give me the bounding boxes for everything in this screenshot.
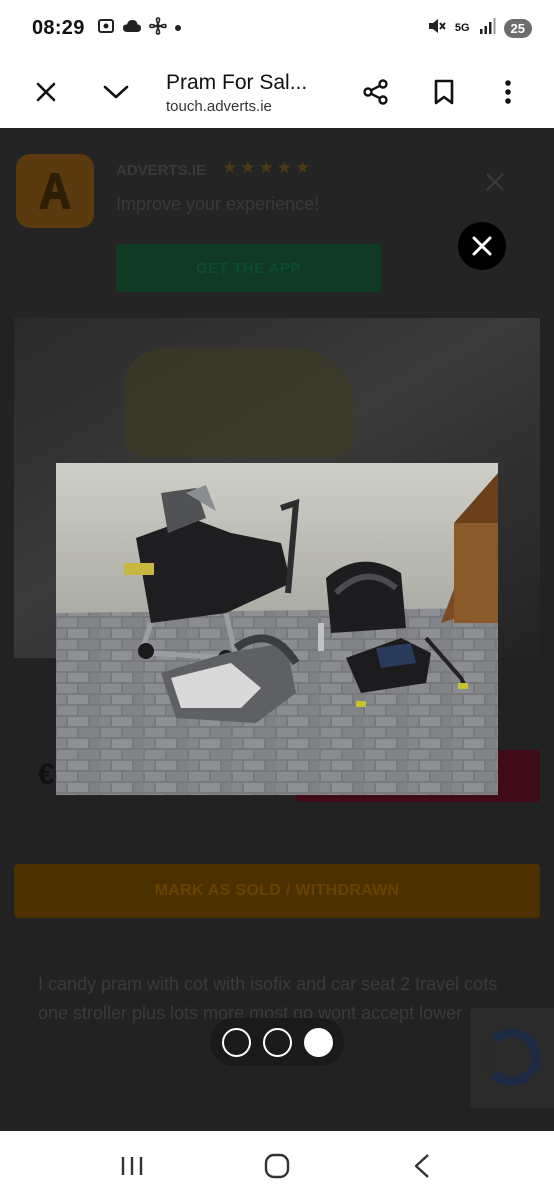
pram-photo xyxy=(56,463,498,795)
tab-title-area: Pram For Sal... touch.adverts.ie xyxy=(166,70,354,115)
share-button[interactable] xyxy=(354,70,398,114)
close-icon xyxy=(486,173,504,191)
adverts-logo-icon xyxy=(39,173,71,209)
page-url: touch.adverts.ie xyxy=(166,97,272,115)
mark-as-sold-button[interactable]: MARK AS SOLD / WITHDRAWN xyxy=(14,864,540,918)
get-the-app-button[interactable]: GET THE APP xyxy=(116,244,381,292)
app-install-banner: ADVERTS.IE ★★★★★ Improve your experience… xyxy=(0,128,554,318)
bookmark-icon xyxy=(434,79,454,105)
image-pager xyxy=(210,1018,344,1066)
screenshot-icon xyxy=(97,17,115,40)
recent-apps-icon xyxy=(122,1156,143,1175)
signal-icon xyxy=(478,17,496,40)
close-icon xyxy=(472,236,492,256)
viewer-photo[interactable] xyxy=(56,463,498,795)
status-system-icons: 5G 25 xyxy=(427,17,532,40)
home-button[interactable] xyxy=(247,1141,307,1191)
close-tab-button[interactable] xyxy=(24,70,68,114)
recaptcha-icon xyxy=(482,1028,540,1086)
pager-dot[interactable] xyxy=(221,1027,251,1057)
system-nav-bar xyxy=(0,1131,554,1200)
network-type: 5G xyxy=(454,22,470,34)
more-options-button[interactable] xyxy=(486,70,530,114)
bookmark-button[interactable] xyxy=(422,70,466,114)
more-vert-icon xyxy=(505,80,511,104)
price-prefix: € xyxy=(38,758,55,791)
mute-icon xyxy=(427,17,447,40)
close-viewer-button[interactable] xyxy=(458,222,506,270)
chevron-down-icon xyxy=(103,85,129,99)
close-icon xyxy=(36,82,56,102)
app-name: ADVERTS.IE xyxy=(116,162,207,179)
status-time: 08:29 xyxy=(32,16,85,39)
status-bar: 08:29 5G 25 xyxy=(0,0,554,56)
minimize-tab-button[interactable] xyxy=(94,70,138,114)
fan-icon xyxy=(148,16,167,40)
photo-dimmed-content xyxy=(124,348,354,458)
app-rating-stars: ★★★★★ xyxy=(222,158,314,177)
pager-dot[interactable] xyxy=(262,1027,292,1057)
recent-apps-button[interactable] xyxy=(102,1141,162,1191)
battery-level: 25 xyxy=(503,18,532,38)
page-title: Pram For Sal... xyxy=(166,70,308,94)
back-button[interactable] xyxy=(392,1141,452,1191)
cloud-icon xyxy=(122,18,142,39)
share-icon xyxy=(363,79,388,105)
app-logo xyxy=(16,154,94,228)
banner-close-button[interactable] xyxy=(484,168,506,200)
screen: 08:29 5G 25 Pram For Sal... touch.advert… xyxy=(0,0,554,1200)
status-notification-icons xyxy=(97,16,182,40)
app-tagline: Improve your experience! xyxy=(116,194,320,214)
pager-dot-active[interactable] xyxy=(303,1027,333,1057)
browser-toolbar: Pram For Sal... touch.adverts.ie xyxy=(0,56,554,128)
dot-icon xyxy=(174,19,182,37)
recaptcha-badge[interactable] xyxy=(470,1008,554,1108)
back-icon xyxy=(414,1153,429,1178)
home-icon xyxy=(264,1153,290,1178)
